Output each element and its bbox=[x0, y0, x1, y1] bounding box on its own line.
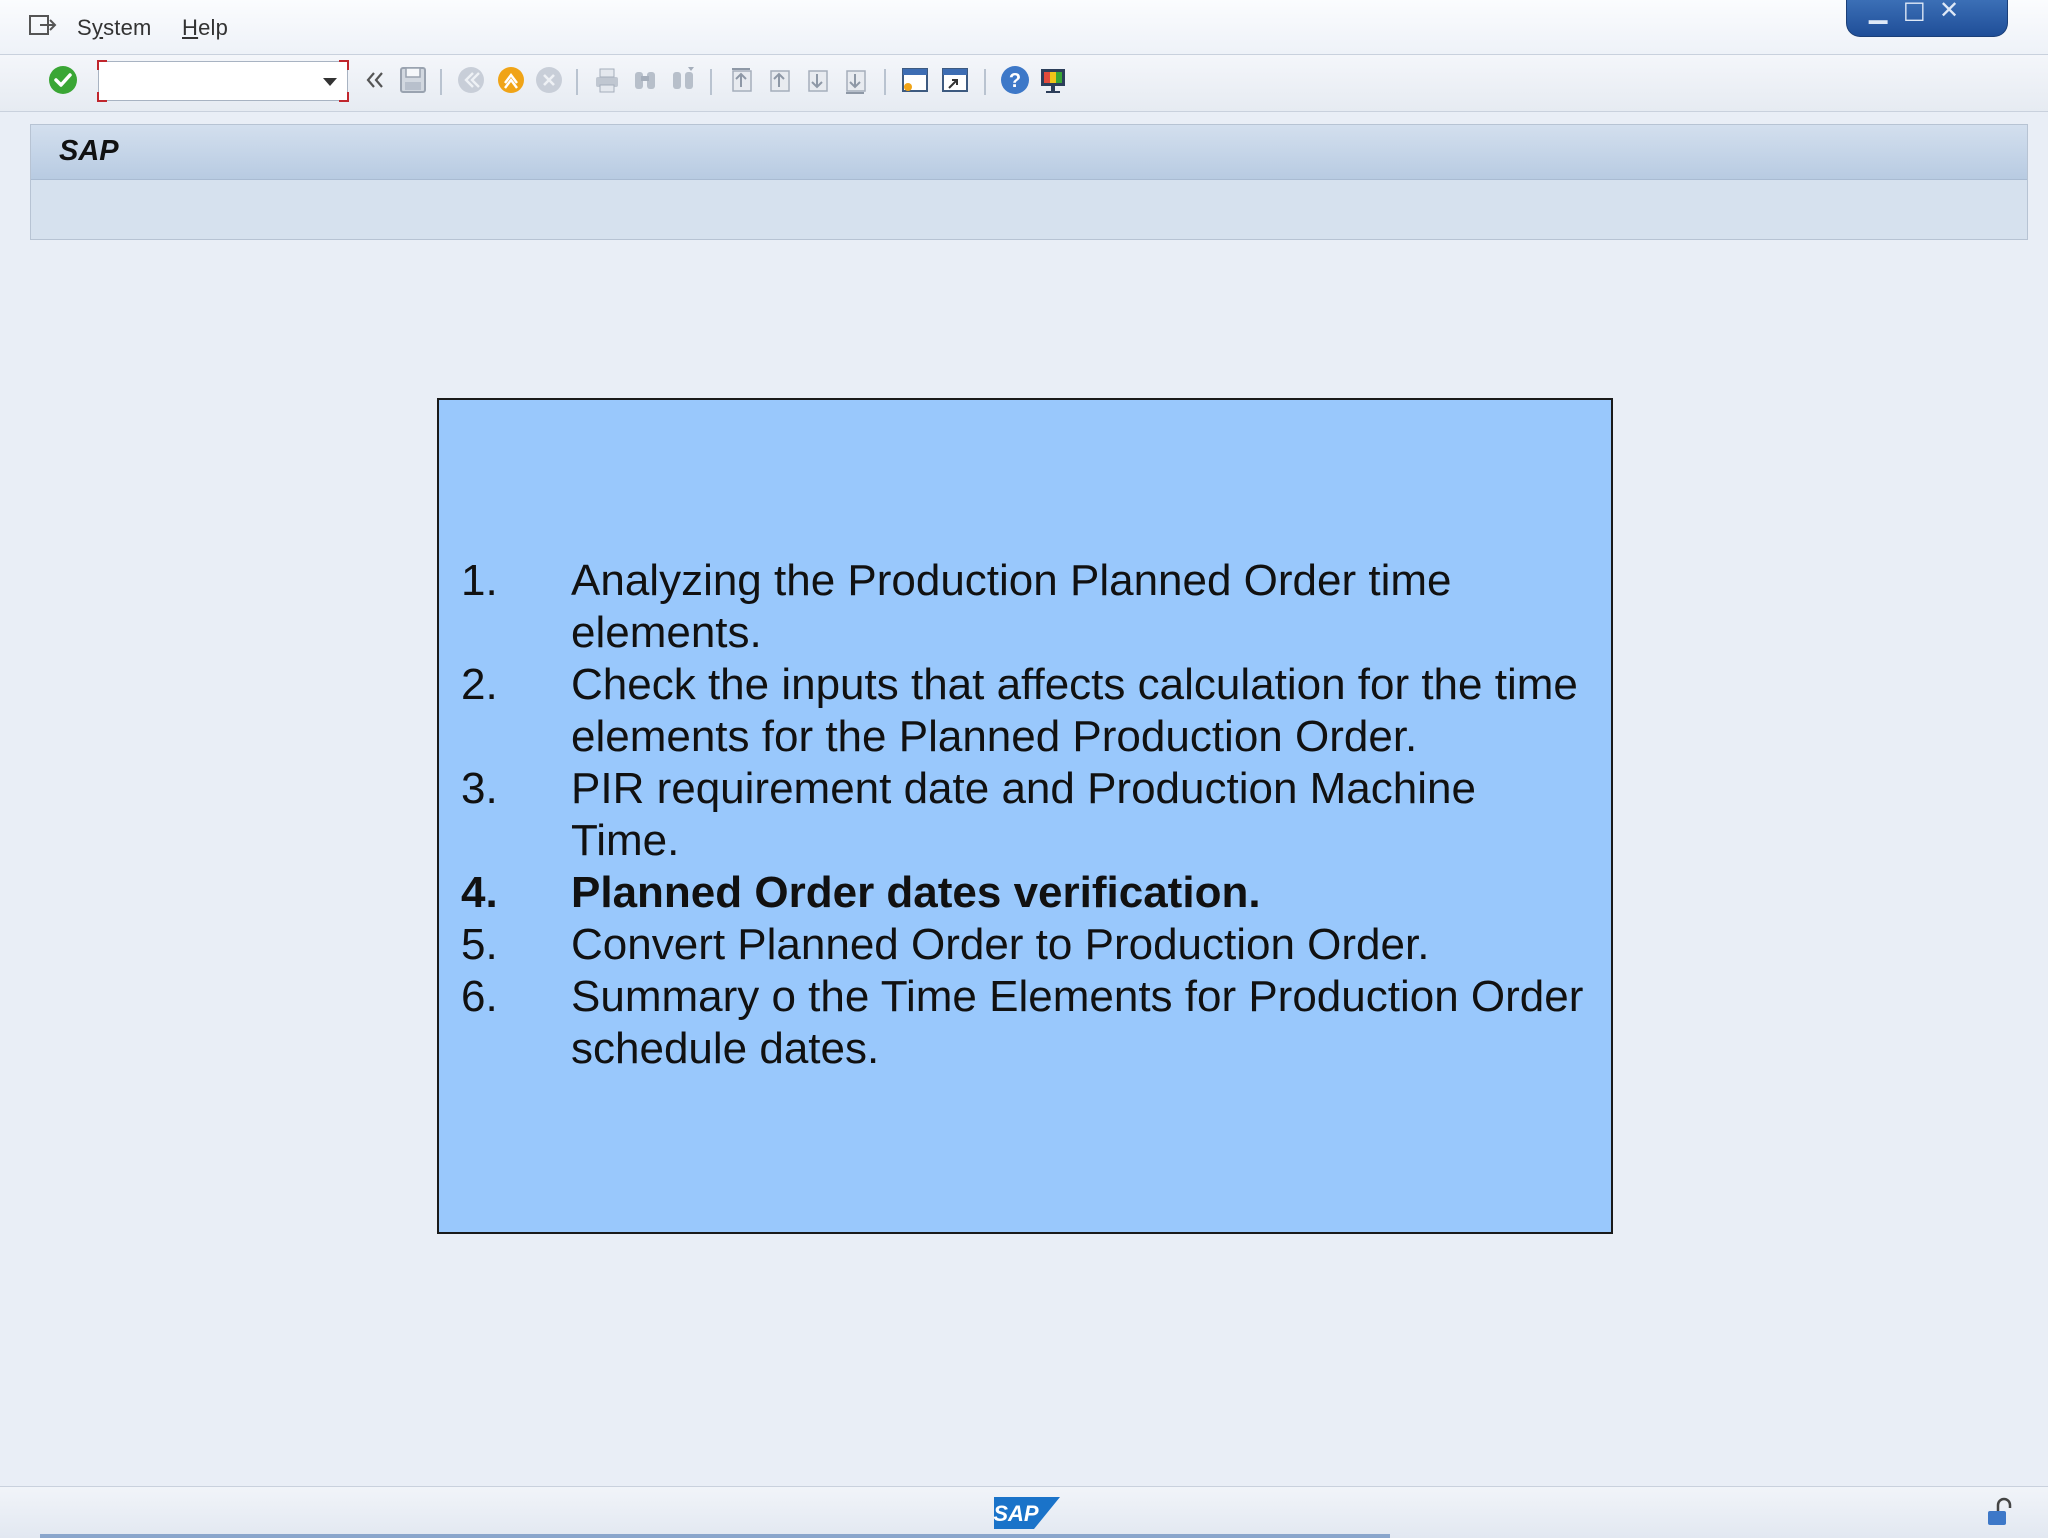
command-input[interactable] bbox=[109, 68, 313, 96]
customize-layout-icon[interactable] bbox=[1036, 63, 1070, 97]
svg-text:?: ? bbox=[1009, 70, 1021, 92]
page-title: SAP bbox=[59, 135, 119, 167]
list-item: 2. Check the inputs that affects calculat… bbox=[461, 660, 1578, 761]
list-item: 3. PIR requirement date and Production Ma… bbox=[461, 764, 1476, 865]
exit-icon[interactable] bbox=[494, 63, 528, 97]
list-item: 5. Convert Planned Order to Production Or… bbox=[461, 920, 1430, 969]
command-field[interactable] bbox=[97, 60, 349, 102]
save-icon[interactable] bbox=[396, 63, 430, 97]
svg-text:SAP: SAP bbox=[993, 1501, 1039, 1526]
first-page-icon[interactable] bbox=[724, 63, 758, 97]
menu-icon[interactable] bbox=[28, 13, 58, 39]
slide-box: 1. Analyzing the Production Planned Order… bbox=[437, 398, 1613, 1234]
cancel-icon[interactable] bbox=[532, 63, 566, 97]
list-item: 1. Analyzing the Production Planned Order… bbox=[461, 556, 1452, 657]
menu-bar: System Help ▁ □ ✕ bbox=[0, 0, 2048, 55]
collapse-command-field-icon[interactable] bbox=[358, 63, 392, 97]
title-panel: SAP bbox=[30, 124, 2028, 240]
lock-icon[interactable] bbox=[1984, 1497, 2014, 1529]
close-icon[interactable]: ✕ bbox=[1939, 0, 1959, 24]
chevron-down-icon[interactable] bbox=[323, 78, 337, 86]
find-icon[interactable] bbox=[628, 63, 662, 97]
shortcut-icon[interactable] bbox=[938, 63, 972, 97]
next-page-icon[interactable] bbox=[800, 63, 834, 97]
create-session-icon[interactable] bbox=[898, 63, 932, 97]
standard-toolbar: ? bbox=[0, 55, 2048, 112]
list-item: 6. Summary o the Time Elements for Produc… bbox=[461, 972, 1584, 1073]
sap-logo: SAP bbox=[993, 1497, 1060, 1529]
window-controls: ▁ □ ✕ bbox=[1846, 0, 2008, 37]
agenda-list: 1. Analyzing the Production Planned Order… bbox=[461, 555, 1591, 1075]
help-icon[interactable]: ? bbox=[998, 63, 1032, 97]
print-icon[interactable] bbox=[590, 63, 624, 97]
menu-item-system[interactable]: System bbox=[77, 15, 152, 41]
maximize-icon[interactable]: □ bbox=[1903, 0, 1926, 24]
back-nav-icon[interactable] bbox=[454, 63, 488, 97]
previous-page-icon[interactable] bbox=[762, 63, 796, 97]
last-page-icon[interactable] bbox=[838, 63, 872, 97]
minimize-icon[interactable]: ▁ bbox=[1869, 0, 1887, 24]
find-next-icon[interactable] bbox=[666, 63, 700, 97]
title-bar: SAP bbox=[31, 125, 2027, 180]
status-message-area bbox=[40, 1534, 1390, 1538]
enter-icon[interactable] bbox=[46, 63, 80, 97]
list-item-active: 4. Planned Order dates verification. bbox=[461, 868, 1261, 917]
menu-item-help[interactable]: Help bbox=[182, 15, 228, 41]
status-bar: SAP bbox=[0, 1486, 2048, 1538]
